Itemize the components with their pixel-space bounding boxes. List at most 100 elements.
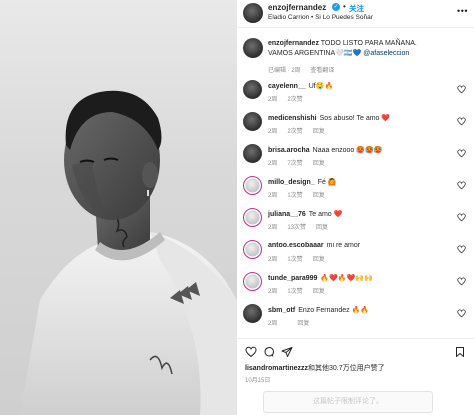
commenter-avatar[interactable]: [243, 80, 262, 99]
comment-likes[interactable]: 2次赞: [287, 129, 302, 135]
comment-body: Sos abuso! Te amo ❤️: [319, 115, 391, 122]
reply-button[interactable]: 回复: [313, 289, 325, 295]
comment-likes[interactable]: 7次赞: [287, 161, 302, 167]
caption-avatar[interactable]: [243, 38, 263, 58]
comment-meta: 2周 13次赞 回复: [268, 222, 338, 231]
commenter-username[interactable]: brisa.arocha: [268, 147, 310, 154]
likes-first-user[interactable]: lisandromartinezzz: [245, 365, 308, 372]
bookmark-icon[interactable]: [454, 346, 466, 358]
reply-button[interactable]: 回复: [313, 257, 325, 263]
comment-row: millo_design_ Fé 🙆 2周 1次赞 回复: [237, 176, 474, 202]
comment-likes[interactable]: 1次赞: [287, 193, 302, 199]
commenter-avatar[interactable]: [243, 208, 262, 227]
commenter-username[interactable]: medicenshishi: [268, 115, 317, 122]
comment-meta: 2周 回复: [268, 318, 319, 327]
comment-time: 2周: [268, 289, 278, 295]
comment-time: 2周: [268, 225, 278, 231]
post-date: 10月15日: [245, 378, 271, 384]
separator-dot: •: [343, 2, 346, 11]
commenter-avatar[interactable]: [243, 176, 262, 195]
comment-text: millo_design_ Fé 🙆: [268, 178, 446, 186]
comment-row: sbm_otf Enzo Fernandez 🔥🔥 2周 回复: [237, 304, 474, 330]
author-avatar[interactable]: [243, 3, 263, 23]
heart-icon[interactable]: [245, 346, 257, 358]
see-translation-link[interactable]: 查看翻译: [310, 68, 334, 74]
commenter-username[interactable]: juliana__76: [268, 211, 306, 218]
comment-likes[interactable]: 1次赞: [287, 257, 302, 263]
comment-text: cayelenn__ Uf🤤🔥: [268, 82, 446, 90]
comment-body: Fé 🙆: [317, 179, 337, 186]
audio-track-label[interactable]: Eladio Carrion • Si Lo Puedes Soñar: [268, 14, 373, 21]
comment-like-heart-icon[interactable]: [457, 309, 466, 318]
commenter-avatar[interactable]: [243, 144, 262, 163]
comment-meta: 2周 2次赞: [268, 94, 323, 103]
comment-likes[interactable]: 13次赞: [287, 225, 306, 231]
comment-text: antoo.escobaaar mi re amor: [268, 242, 446, 249]
comment-likes[interactable]: 1次赞: [287, 289, 302, 295]
caption-text: enzojfernandez TODO LISTO PARA MAÑANA. V…: [268, 39, 438, 59]
comment-like-heart-icon[interactable]: [457, 245, 466, 254]
comment-meta: 2周 7次赞 回复: [268, 158, 335, 167]
comment-body: Te amo ❤️: [308, 211, 343, 218]
comment-meta: 2周 2次赞 回复: [268, 126, 335, 135]
author-username[interactable]: enzojfernandez: [268, 3, 326, 12]
comment-row: antoo.escobaaar mi re amor 2周 1次赞 回复: [237, 240, 474, 266]
comment-time: 2周: [268, 193, 278, 199]
post-header: enzojfernandez ✓ • 关注 Eladio Carrion • S…: [237, 0, 474, 28]
comment-text: sbm_otf Enzo Fernandez 🔥🔥: [268, 306, 446, 314]
commenter-username[interactable]: antoo.escobaaar: [268, 242, 324, 249]
comment-row: cayelenn__ Uf🤤🔥 2周 2次赞: [237, 80, 474, 106]
commenter-username[interactable]: tunde_para999: [268, 275, 317, 282]
comment-text: juliana__76 Te amo ❤️: [268, 210, 446, 218]
comment-like-heart-icon[interactable]: [457, 85, 466, 94]
comment-text: tunde_para999 🔥❤️🔥❤️🙌🙌: [268, 274, 446, 282]
reply-button[interactable]: 回复: [297, 321, 309, 327]
comment-like-heart-icon[interactable]: [457, 149, 466, 158]
comment-body: Naaa enzooo 🥵🥵🥵: [312, 147, 383, 154]
verified-badge-icon: ✓: [332, 3, 340, 11]
commenter-username[interactable]: cayelenn__: [268, 83, 306, 90]
commenter-avatar[interactable]: [243, 240, 262, 259]
comment-row: brisa.arocha Naaa enzooo 🥵🥵🥵 2周 7次赞 回复: [237, 144, 474, 170]
comment-time: 2周: [268, 321, 278, 327]
comment-time: 2周: [268, 257, 278, 263]
comment-row: tunde_para999 🔥❤️🔥❤️🙌🙌 2周 1次赞 回复: [237, 272, 474, 298]
caption-time: 已编辑 · 2周: [268, 68, 301, 74]
comment-icon[interactable]: [263, 346, 275, 358]
action-bar: [237, 338, 474, 358]
comments-scroll[interactable]: enzojfernandez TODO LISTO PARA MAÑANA. V…: [237, 28, 474, 338]
comment-like-heart-icon[interactable]: [457, 277, 466, 286]
comment-like-heart-icon[interactable]: [457, 117, 466, 126]
reply-button[interactable]: 回复: [316, 225, 328, 231]
likes-rest: 和其他30.7万位用户赞了: [308, 365, 385, 372]
commenter-avatar[interactable]: [243, 304, 262, 323]
comment-body: Enzo Fernandez 🔥🔥: [298, 307, 369, 314]
commenter-username[interactable]: sbm_otf: [268, 307, 295, 314]
likes-summary[interactable]: lisandromartinezzz和其他30.7万位用户赞了: [245, 363, 385, 373]
comment-text: medicenshishi Sos abuso! Te amo ❤️: [268, 114, 446, 122]
comment-likes[interactable]: 2次赞: [287, 97, 302, 103]
more-options-icon[interactable]: •••: [457, 6, 468, 16]
commenter-avatar[interactable]: [243, 272, 262, 291]
commenter-avatar[interactable]: [243, 112, 262, 131]
follow-button[interactable]: 关注: [349, 3, 364, 14]
share-icon[interactable]: [281, 346, 293, 358]
post-panel: enzojfernandez ✓ • 关注 Eladio Carrion • S…: [237, 0, 474, 415]
commenter-username[interactable]: millo_design_: [268, 179, 315, 186]
reply-button[interactable]: 回复: [313, 193, 325, 199]
post-photo: [0, 0, 237, 415]
comment-meta: 2周 1次赞 回复: [268, 254, 335, 263]
comment-row: medicenshishi Sos abuso! Te amo ❤️ 2周 2次赞 回复: [237, 112, 474, 138]
player-portrait-image: [20, 90, 237, 415]
caption-mention[interactable]: @afaseleccion: [363, 50, 409, 57]
reply-button[interactable]: 回复: [313, 129, 325, 135]
comments-closed-notice: 这篇帖子限制评论了。: [263, 391, 433, 413]
comment-body: Uf🤤🔥: [308, 83, 334, 90]
reply-button[interactable]: 回复: [313, 161, 325, 167]
comment-like-heart-icon[interactable]: [457, 213, 466, 222]
comment-row: juliana__76 Te amo ❤️ 2周 13次赞 回复: [237, 208, 474, 234]
caption-meta: 已编辑 · 2周 查看翻译: [268, 65, 334, 74]
comment-like-heart-icon[interactable]: [457, 181, 466, 190]
caption-username[interactable]: enzojfernandez: [268, 40, 319, 47]
comment-time: 2周: [268, 161, 278, 167]
